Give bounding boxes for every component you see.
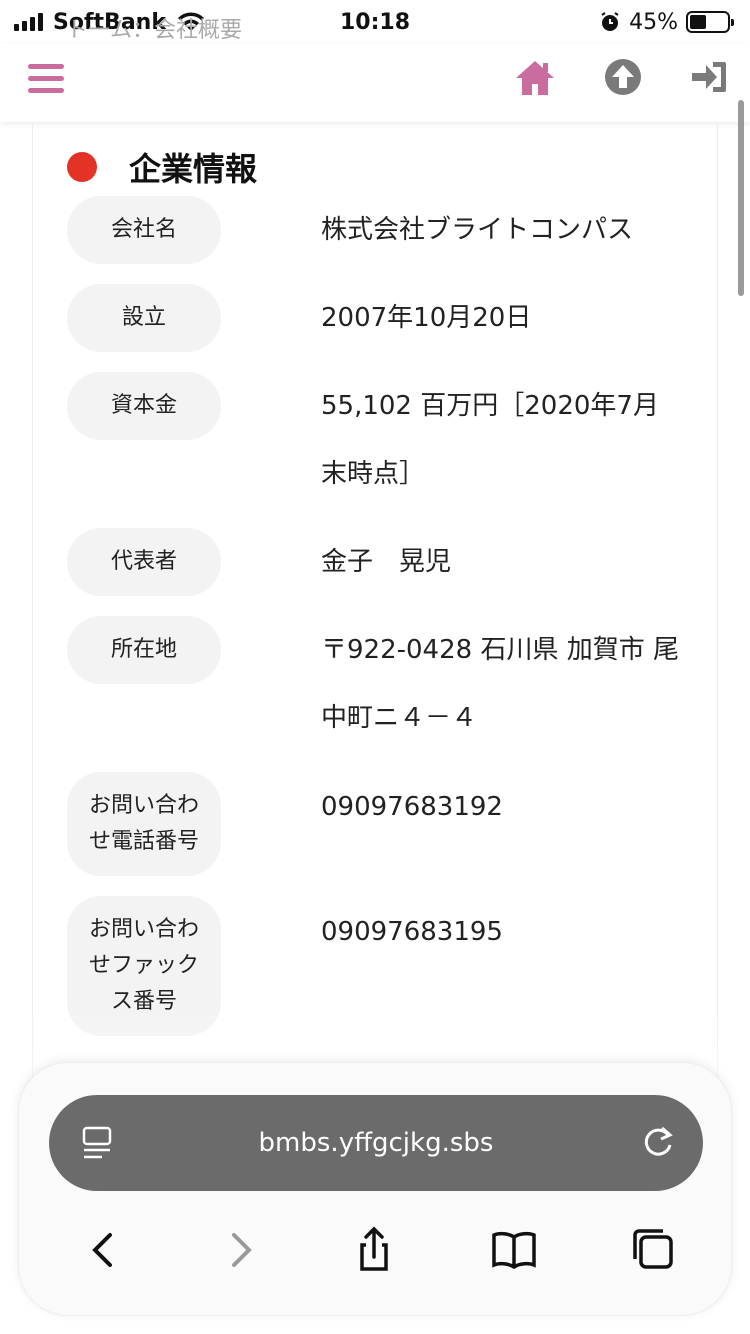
browser-toolbar: bmbs.yffgcjkg.sbs — [18, 1062, 732, 1316]
arrow-up-icon[interactable] — [604, 58, 642, 96]
status-right: 45% — [599, 9, 734, 35]
row-value: 55,102 百万円［2020年7月末時点］ — [321, 391, 659, 489]
battery-percent: 45% — [629, 9, 678, 35]
tabs-icon[interactable] — [629, 1225, 679, 1275]
row-value: 2007年10月20日 — [321, 303, 532, 333]
row-value: 09097683192 — [321, 792, 503, 822]
login-icon[interactable] — [690, 60, 728, 94]
section-title: 企業情報 — [129, 150, 258, 188]
menu-icon[interactable] — [28, 64, 64, 96]
row-founded: 設立 2007年10月20日 — [67, 284, 681, 352]
battery-icon — [686, 11, 734, 33]
page-title-faded: ト一ム：会社概要 — [66, 18, 243, 43]
forward-icon[interactable] — [215, 1225, 265, 1275]
row-address: 所在地 〒922-0428 石川県 加賀市 尾中町ニ４－４ — [67, 616, 681, 752]
row-phone: お問い合わせ電話番号 09097683192 — [67, 772, 681, 876]
row-label: 資本金 — [67, 372, 221, 440]
row-value: 株式会社ブライトコンパス — [321, 215, 634, 245]
status-time: 10:18 — [339, 9, 411, 35]
row-company-name: 会社名 株式会社ブライトコンパス — [67, 196, 681, 264]
back-icon[interactable] — [79, 1225, 129, 1275]
bookmarks-icon[interactable] — [489, 1225, 539, 1275]
row-label: 設立 — [67, 284, 221, 352]
site-header — [0, 44, 750, 122]
home-icon[interactable] — [514, 58, 556, 98]
row-label: お問い合わせ電話番号 — [67, 772, 221, 876]
row-label: 代表者 — [67, 528, 221, 596]
alarm-icon — [601, 12, 619, 31]
section-header: 企業情報 — [67, 144, 257, 190]
reload-icon[interactable] — [641, 1125, 675, 1161]
row-label: 所在地 — [67, 616, 221, 684]
row-representative: 代表者 金子 晃児 — [67, 528, 681, 596]
share-icon[interactable] — [349, 1225, 399, 1275]
row-capital: 資本金 55,102 百万円［2020年7月末時点］ — [67, 372, 681, 508]
row-value: 金子 晃児 — [321, 547, 452, 577]
row-value: 〒922-0428 石川県 加賀市 尾中町ニ４－４ — [321, 635, 679, 733]
scrollbar[interactable] — [738, 100, 744, 296]
row-label: 会社名 — [67, 196, 221, 264]
url-text: bmbs.yffgcjkg.sbs — [258, 1128, 494, 1158]
signal-icon — [14, 13, 43, 31]
bullet-dot-icon — [67, 152, 97, 182]
address-bar[interactable]: bmbs.yffgcjkg.sbs — [49, 1095, 703, 1191]
